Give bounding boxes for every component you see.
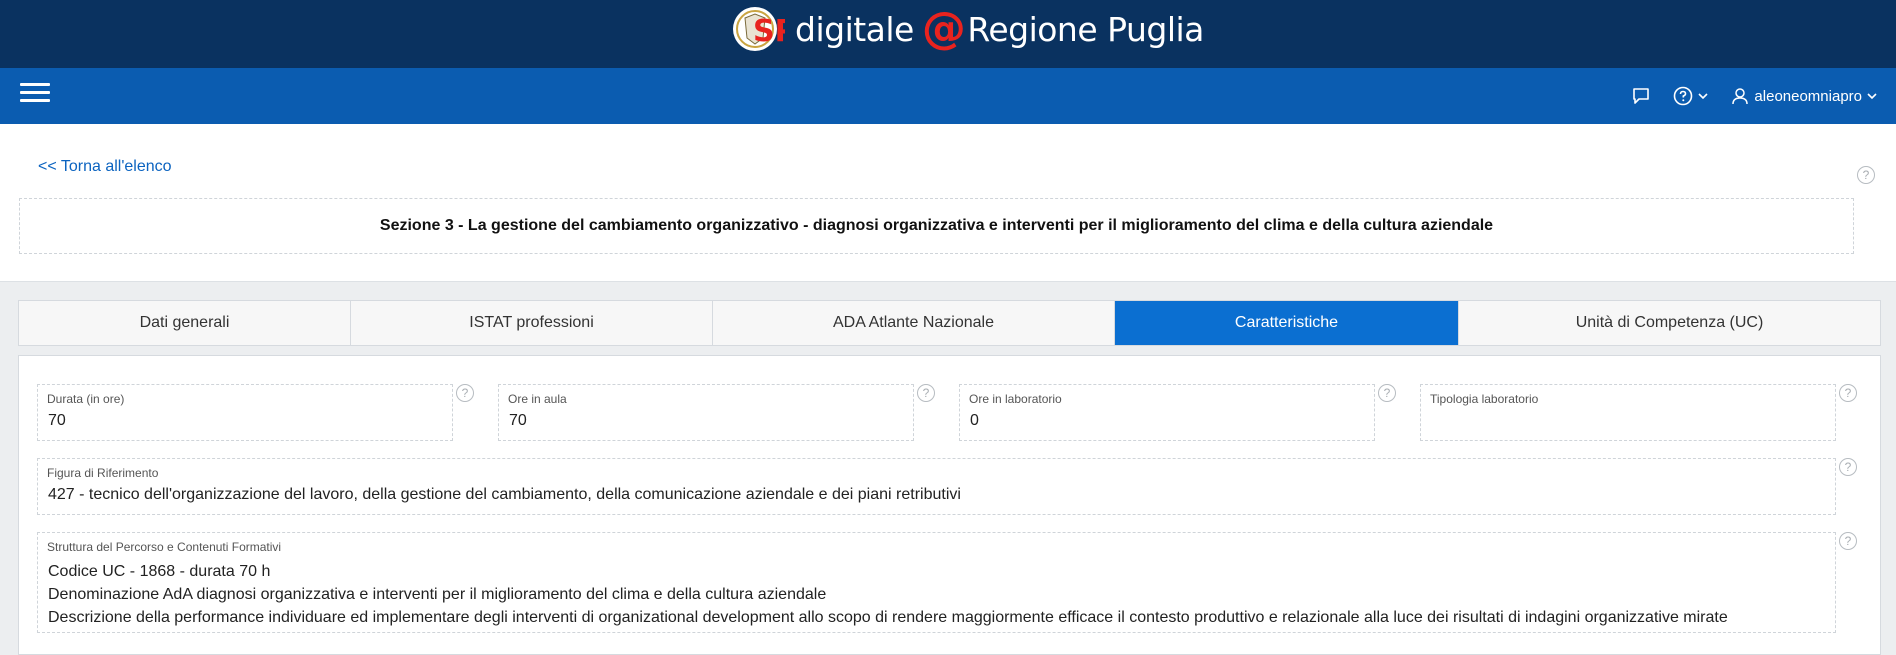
figura-riferimento-value: 427 - tecnico dell'organizzazione del la… — [48, 486, 961, 503]
struttura-line-denominazione: Denominazione AdA diagnosi organizzativa… — [48, 586, 827, 603]
help-icon[interactable]: ? — [917, 384, 935, 402]
messages-button[interactable] — [1631, 86, 1651, 106]
help-icon[interactable]: ? — [1839, 532, 1857, 550]
durata-field[interactable]: Durata (in ore) 70 — [37, 384, 453, 441]
section-title-box: Sezione 3 - La gestione del cambiamento … — [19, 198, 1854, 254]
ore-aula-value: 70 — [509, 412, 527, 429]
figura-riferimento-label: Figura di Riferimento — [47, 466, 159, 480]
regione-puglia-logo-icon: SP — [733, 7, 785, 51]
hamburger-line — [20, 99, 50, 102]
tipologia-laboratorio-label: Tipologia laboratorio — [1430, 392, 1539, 406]
brand-logo-text: SP — [753, 14, 785, 49]
hamburger-line — [20, 91, 50, 94]
chevron-down-icon — [1698, 93, 1708, 100]
brand-header: SP digitale @ Regione Puglia — [0, 0, 1896, 68]
tab-ada-atlante-nazionale[interactable]: ADA Atlante Nazionale — [713, 301, 1115, 345]
help-menu-button[interactable] — [1673, 86, 1709, 106]
brand-logo-group[interactable]: SP digitale @ Regione Puglia — [733, 0, 1204, 58]
ore-aula-field[interactable]: Ore in aula 70 — [498, 384, 914, 441]
section-header-panel: << Torna all'elenco Sezione 3 - La gesti… — [0, 124, 1896, 282]
hamburger-line — [20, 83, 50, 86]
ore-aula-label: Ore in aula — [508, 392, 567, 406]
tab-unita-di-competenza[interactable]: Unità di Competenza (UC) — [1459, 301, 1880, 345]
chat-bubble-icon — [1633, 88, 1650, 104]
menu-toggle-button[interactable] — [20, 83, 50, 109]
brand-word-regione: Regione Puglia — [967, 9, 1204, 49]
struttura-line-descrizione: Descrizione della performance individuar… — [48, 609, 1728, 626]
help-icon[interactable]: ? — [1857, 166, 1875, 184]
ore-laboratorio-label: Ore in laboratorio — [969, 392, 1062, 406]
help-icon[interactable]: ? — [456, 384, 474, 402]
tipologia-laboratorio-field[interactable]: Tipologia laboratorio — [1420, 384, 1836, 441]
user-icon — [1732, 88, 1749, 105]
durata-label: Durata (in ore) — [47, 392, 125, 406]
brand-word-digitale: digitale — [795, 9, 914, 49]
help-icon[interactable]: ? — [1378, 384, 1396, 402]
durata-value: 70 — [48, 412, 66, 429]
tab-dati-generali[interactable]: Dati generali — [19, 301, 351, 345]
chevron-down-icon — [1867, 93, 1877, 100]
question-circle-icon — [1674, 86, 1693, 106]
section-title: Sezione 3 - La gestione del cambiamento … — [379, 217, 1494, 234]
struttura-percorso-label: Struttura del Percorso e Contenuti Forma… — [47, 540, 282, 554]
help-icon[interactable]: ? — [1839, 384, 1857, 402]
tab-bar: Dati generali ISTAT professioni ADA Atla… — [18, 300, 1881, 346]
figura-riferimento-field[interactable]: Figura di Riferimento 427 - tecnico dell… — [37, 458, 1836, 515]
struttura-percorso-text: Codice UC - 1868 - durata 70 h Denominaz… — [48, 560, 1728, 629]
brand-at-sign: @ — [921, 3, 966, 54]
struttura-percorso-field[interactable]: Struttura del Percorso e Contenuti Forma… — [37, 532, 1836, 633]
user-name: aleoneomniapro — [1754, 87, 1862, 105]
user-menu-button[interactable]: aleoneomniapro — [1731, 87, 1878, 105]
ore-laboratorio-field[interactable]: Ore in laboratorio 0 — [959, 384, 1375, 441]
tab-caratteristiche[interactable]: Caratteristiche — [1115, 301, 1459, 345]
help-icon[interactable]: ? — [1839, 458, 1857, 476]
ore-laboratorio-value: 0 — [970, 412, 979, 429]
top-navbar: aleoneomniapro — [0, 68, 1896, 124]
tab-istat-professioni[interactable]: ISTAT professioni — [351, 301, 713, 345]
struttura-line-codice: Codice UC - 1868 - durata 70 h — [48, 563, 271, 580]
caratteristiche-form: Durata (in ore) 70 ? Ore in aula 70 ? Or… — [18, 355, 1881, 655]
back-to-list-link[interactable]: << Torna all'elenco — [38, 158, 172, 176]
